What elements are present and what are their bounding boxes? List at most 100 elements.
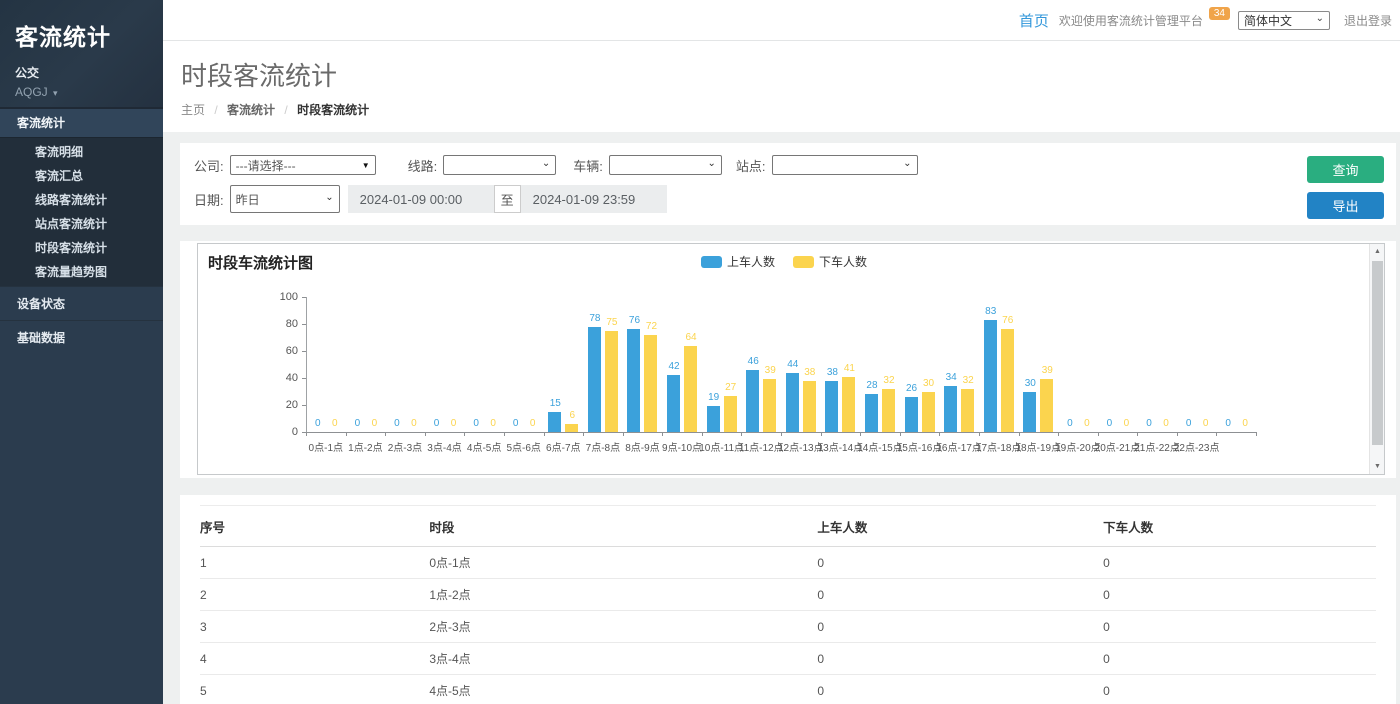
chart-bar[interactable] — [984, 320, 997, 432]
chart-scrollbar[interactable]: ▲ ▼ — [1369, 244, 1384, 474]
chart-bar[interactable] — [627, 329, 640, 432]
chart-bar[interactable] — [803, 381, 816, 432]
breadcrumb-section[interactable]: 客流统计 — [227, 103, 275, 117]
chart-bar[interactable] — [865, 394, 878, 432]
page-header: 时段客流统计 主页 / 客流统计 / 时段客流统计 — [163, 41, 1400, 132]
user-menu[interactable]: AQGJ ▾ — [15, 85, 163, 99]
vehicle-label: 车辆: — [573, 156, 603, 175]
x-axis-label: 9点-10点 — [662, 439, 702, 454]
table-cell: 0 — [817, 547, 1103, 579]
home-link[interactable]: 首页 — [1019, 10, 1049, 31]
y-tick-mark — [302, 405, 306, 406]
dropdown-arrow-icon: ▼ — [362, 161, 370, 170]
sidebar-subitem[interactable]: 时段客流统计 — [0, 236, 163, 260]
chart-bar[interactable] — [882, 389, 895, 432]
logout-link[interactable]: 退出登录 — [1344, 12, 1392, 29]
bar-value-label: 64 — [674, 332, 708, 343]
table-cell: 2点-3点 — [429, 611, 817, 643]
sidebar-subitem[interactable]: 客流明细 — [0, 140, 163, 164]
bar-value-label: 0 — [516, 418, 550, 429]
chart-bar[interactable] — [1001, 329, 1014, 432]
chart-bar[interactable] — [961, 389, 974, 432]
chart-bar[interactable] — [922, 392, 935, 433]
station-label: 站点: — [736, 156, 766, 175]
x-tick-mark — [1177, 432, 1178, 436]
station-select[interactable]: ⌄ — [772, 155, 918, 175]
scrollbar-thumb[interactable] — [1372, 261, 1383, 445]
legend-item[interactable]: 上车人数 — [701, 253, 775, 270]
chart-bar[interactable] — [707, 406, 720, 432]
language-select[interactable]: 简体中文 ⌄ — [1238, 11, 1330, 30]
sidebar-subitem[interactable]: 线路客流统计 — [0, 188, 163, 212]
sidebar-item-passenger-stats[interactable]: 客流统计 — [0, 108, 163, 137]
sidebar-item[interactable]: 设备状态 — [0, 286, 163, 320]
scroll-up-icon[interactable]: ▲ — [1370, 244, 1385, 259]
sidebar-subitem[interactable]: 客流汇总 — [0, 164, 163, 188]
x-tick-mark — [346, 432, 347, 436]
bar-value-label: 72 — [634, 321, 668, 332]
x-tick-mark — [425, 432, 426, 436]
date-preset-value: 昨日 — [236, 191, 260, 208]
table-cell: 3 — [200, 611, 429, 643]
line-select[interactable]: ⌄ — [443, 155, 556, 175]
chart-bar[interactable] — [1023, 392, 1036, 433]
welcome-text: 欢迎使用客流统计管理平台 — [1059, 12, 1203, 29]
legend-item[interactable]: 下车人数 — [793, 253, 867, 270]
chart-bar[interactable] — [746, 370, 759, 432]
notification-badge[interactable]: 34 — [1209, 7, 1230, 20]
chart-bar[interactable] — [667, 375, 680, 432]
chart-bar[interactable] — [825, 381, 838, 432]
chart-bar[interactable] — [565, 424, 578, 432]
y-tick-mark — [302, 351, 306, 352]
bar-value-label: 32 — [951, 375, 985, 386]
chart-bar[interactable] — [724, 396, 737, 432]
x-tick-mark — [1216, 432, 1217, 436]
table-cell: 0 — [817, 579, 1103, 611]
x-tick-mark — [306, 432, 307, 436]
y-tick-label: 40 — [268, 372, 298, 384]
y-tick-label: 100 — [268, 291, 298, 303]
table-cell: 4 — [200, 643, 429, 675]
chart-bar[interactable] — [842, 377, 855, 432]
chevron-down-icon: ⌄ — [1316, 13, 1324, 24]
chart-bar[interactable] — [684, 346, 697, 432]
table-panel: 序号时段上车人数下车人数 10点-1点0021点-2点0032点-3点0043点… — [180, 495, 1396, 704]
x-axis-label: 2点-3点 — [388, 439, 422, 454]
x-tick-mark — [821, 432, 822, 436]
breadcrumb-home[interactable]: 主页 — [181, 103, 205, 117]
chart-bar[interactable] — [588, 327, 601, 432]
x-axis-label: 5点-6点 — [506, 439, 540, 454]
table-header-cell: 序号 — [200, 506, 429, 547]
sidebar-item[interactable]: 基础数据 — [0, 320, 163, 354]
y-axis-line — [306, 297, 307, 432]
date-end-input[interactable]: 2024-01-09 23:59 — [521, 185, 667, 213]
date-preset-select[interactable]: 昨日 ⌄ — [230, 185, 340, 213]
chart-bar[interactable] — [644, 335, 657, 432]
company-select[interactable]: ---请选择--- ▼ — [230, 155, 376, 175]
topbar: 首页 欢迎使用客流统计管理平台 34 简体中文 ⌄ 退出登录 — [163, 0, 1400, 41]
legend-label: 下车人数 — [819, 253, 867, 270]
x-tick-mark — [1137, 432, 1138, 436]
query-button[interactable]: 查询 — [1307, 156, 1384, 183]
export-button[interactable]: 导出 — [1307, 192, 1384, 219]
page-title: 时段客流统计 — [181, 56, 1400, 93]
chart-bar[interactable] — [763, 379, 776, 432]
chart-bar[interactable] — [1040, 379, 1053, 432]
date-start-input[interactable]: 2024-01-09 00:00 — [348, 185, 494, 213]
scroll-down-icon[interactable]: ▼ — [1370, 459, 1385, 474]
sidebar-subitem[interactable]: 客流量趋势图 — [0, 260, 163, 284]
sidebar-subitem[interactable]: 站点客流统计 — [0, 212, 163, 236]
chevron-down-icon: ⌄ — [325, 192, 333, 203]
table-cell: 1点-2点 — [429, 579, 817, 611]
chart-bar[interactable] — [905, 397, 918, 432]
legend-label: 上车人数 — [727, 253, 775, 270]
bar-value-label: 41 — [832, 363, 866, 374]
table-row: 32点-3点00 — [200, 611, 1376, 643]
chart-bar[interactable] — [605, 331, 618, 432]
table-cell: 0点-1点 — [429, 547, 817, 579]
table-cell: 0 — [1103, 611, 1376, 643]
chart-bar[interactable] — [944, 386, 957, 432]
x-tick-mark — [1098, 432, 1099, 436]
vehicle-select[interactable]: ⌄ — [609, 155, 722, 175]
chart-bar[interactable] — [786, 373, 799, 432]
